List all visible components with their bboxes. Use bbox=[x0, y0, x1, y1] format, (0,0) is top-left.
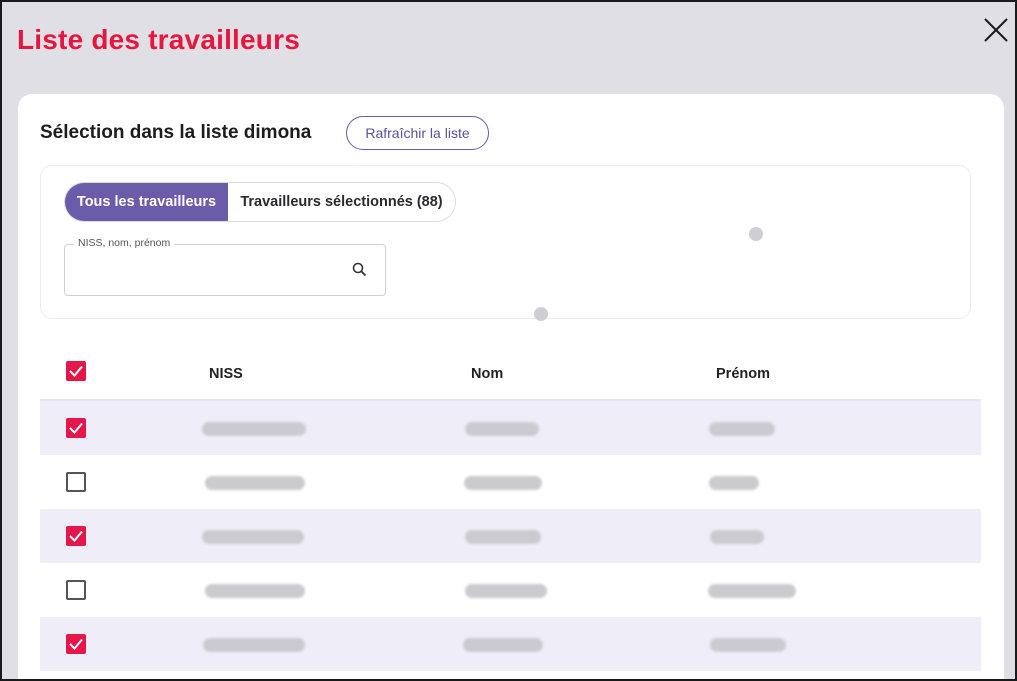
loading-dot bbox=[749, 227, 763, 241]
modal-window: Liste des travailleurs Sélection dans la… bbox=[0, 0, 1017, 681]
filter-card: Tous les travailleurs Travailleurs sélec… bbox=[40, 165, 971, 321]
column-header-prenom[interactable]: Prénom bbox=[716, 366, 770, 382]
redacted-prenom bbox=[710, 530, 764, 544]
column-header-niss[interactable]: NISS bbox=[209, 366, 243, 382]
search-field-label: NISS, nom, prénom bbox=[74, 237, 175, 249]
column-header-nom[interactable]: Nom bbox=[471, 366, 503, 382]
redacted-niss bbox=[202, 422, 306, 436]
redacted-niss bbox=[205, 476, 305, 490]
search-field: NISS, nom, prénom bbox=[64, 237, 386, 296]
row-checkbox[interactable] bbox=[66, 418, 86, 438]
row-checkbox[interactable] bbox=[66, 580, 86, 600]
row-checkbox[interactable] bbox=[66, 634, 86, 654]
redacted-prenom bbox=[710, 638, 786, 652]
redacted-niss bbox=[205, 584, 305, 598]
table-row[interactable] bbox=[40, 617, 981, 671]
redacted-nom bbox=[465, 422, 539, 436]
select-all-checkbox[interactable] bbox=[66, 361, 86, 381]
close-button[interactable] bbox=[982, 16, 1010, 44]
checkmark-icon bbox=[69, 530, 83, 542]
row-checkbox[interactable] bbox=[66, 526, 86, 546]
tab-all-workers[interactable]: Tous les travailleurs bbox=[65, 183, 228, 221]
workers-table: NISS Nom Prénom bbox=[40, 347, 981, 671]
table-header: NISS Nom Prénom bbox=[40, 347, 981, 401]
table-row[interactable] bbox=[40, 401, 981, 455]
table-row[interactable] bbox=[40, 509, 981, 563]
redacted-nom bbox=[464, 476, 542, 490]
checkmark-icon bbox=[69, 422, 83, 434]
table-row[interactable] bbox=[40, 563, 981, 617]
worker-filter-tabs: Tous les travailleurs Travailleurs sélec… bbox=[64, 182, 456, 222]
search-input[interactable] bbox=[75, 257, 345, 283]
redacted-prenom bbox=[709, 476, 759, 490]
refresh-list-button[interactable]: Rafraîchir la liste bbox=[346, 116, 489, 150]
row-checkbox[interactable] bbox=[66, 472, 86, 492]
redacted-nom bbox=[465, 530, 541, 544]
section-title: Sélection dans la liste dimona bbox=[40, 122, 312, 143]
table-row[interactable] bbox=[40, 455, 981, 509]
checkmark-icon bbox=[69, 638, 83, 650]
content-panel: Sélection dans la liste dimona Rafraîchi… bbox=[18, 94, 1004, 679]
close-icon[interactable] bbox=[982, 16, 1010, 44]
redacted-nom bbox=[465, 584, 547, 598]
modal-title: Liste des travailleurs bbox=[17, 24, 300, 55]
redacted-nom bbox=[463, 638, 543, 652]
loading-dot bbox=[534, 307, 548, 321]
search-icon[interactable] bbox=[351, 261, 369, 279]
redacted-niss bbox=[202, 530, 304, 544]
tab-selected-workers[interactable]: Travailleurs sélectionnés (88) bbox=[228, 183, 455, 221]
checkmark-icon bbox=[69, 365, 83, 377]
redacted-prenom bbox=[709, 422, 775, 436]
redacted-niss bbox=[203, 638, 305, 652]
redacted-prenom bbox=[708, 584, 796, 598]
